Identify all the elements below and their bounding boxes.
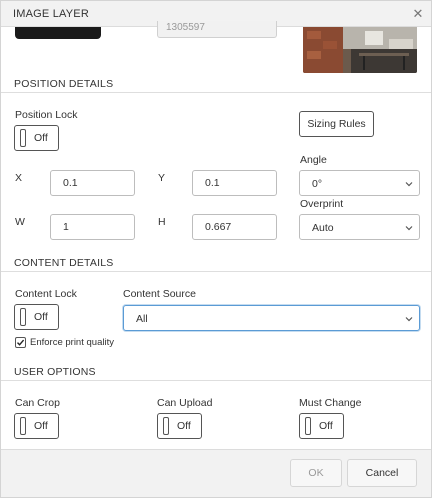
x-input[interactable] — [50, 170, 135, 196]
angle-label: Angle — [300, 154, 327, 166]
close-icon[interactable]: ✕ — [411, 7, 425, 21]
overprint-label: Overprint — [300, 198, 344, 210]
toggle-state: Off — [34, 311, 48, 323]
toggle-knob — [305, 417, 311, 435]
can-upload-label: Can Upload — [157, 397, 213, 409]
toggle-state: Off — [177, 420, 191, 432]
image-layer-dialog: IMAGE LAYER ✕ 1305597 POSITION DETAILS P… — [0, 0, 432, 498]
can-crop-label: Can Crop — [15, 397, 60, 409]
y-label: Y — [158, 172, 166, 184]
content-lock-toggle[interactable]: Off — [14, 304, 59, 330]
ok-button[interactable]: OK — [290, 459, 342, 487]
toggle-knob — [20, 308, 26, 326]
content-source-select[interactable]: All — [123, 305, 420, 331]
id-field: 1305597 — [157, 21, 277, 38]
position-details-title: POSITION DETAILS — [14, 78, 114, 90]
content-lock-label: Content Lock — [15, 288, 77, 300]
toggle-knob — [163, 417, 169, 435]
sizing-rules-button[interactable]: Sizing Rules — [299, 111, 374, 137]
image-thumbnail[interactable] — [303, 27, 417, 73]
content-source-label: Content Source — [123, 288, 196, 300]
toggle-state: Off — [34, 132, 48, 144]
chevron-down-icon — [405, 226, 413, 231]
content-source-value: All — [136, 313, 148, 325]
color-swatch[interactable] — [15, 27, 101, 39]
position-lock-toggle[interactable]: Off — [14, 125, 59, 151]
enforce-print-quality-label[interactable]: Enforce print quality — [30, 337, 114, 348]
user-options-title: USER OPTIONS — [14, 366, 96, 378]
user-options-header: USER OPTIONS — [1, 363, 431, 381]
chevron-down-icon — [405, 182, 413, 187]
chevron-down-icon — [405, 317, 413, 322]
toggle-state: Off — [34, 420, 48, 432]
toggle-knob — [20, 417, 26, 435]
can-crop-toggle[interactable]: Off — [14, 413, 59, 439]
angle-value: 0° — [312, 178, 323, 190]
content-details-title: CONTENT DETAILS — [14, 257, 114, 269]
angle-select[interactable]: 0° — [299, 170, 420, 196]
check-icon — [17, 339, 25, 346]
overprint-value: Auto — [312, 222, 334, 234]
w-input[interactable] — [50, 214, 135, 240]
position-lock-label: Position Lock — [15, 109, 78, 121]
cancel-button[interactable]: Cancel — [347, 459, 417, 487]
w-label: W — [15, 216, 25, 228]
can-upload-toggle[interactable]: Off — [157, 413, 202, 439]
position-details-header: POSITION DETAILS — [1, 75, 431, 93]
content-details-header: CONTENT DETAILS — [1, 254, 431, 272]
toggle-knob — [20, 129, 26, 147]
toggle-state: Off — [319, 420, 333, 432]
enforce-print-quality-checkbox[interactable] — [15, 337, 26, 348]
x-label: X — [15, 172, 23, 184]
must-change-label: Must Change — [299, 397, 362, 409]
dialog-title: IMAGE LAYER — [13, 8, 89, 20]
overprint-select[interactable]: Auto — [299, 214, 420, 240]
h-input[interactable] — [192, 214, 277, 240]
dialog-footer: OK Cancel — [1, 449, 431, 497]
must-change-toggle[interactable]: Off — [299, 413, 344, 439]
h-label: H — [158, 216, 166, 228]
y-input[interactable] — [192, 170, 277, 196]
